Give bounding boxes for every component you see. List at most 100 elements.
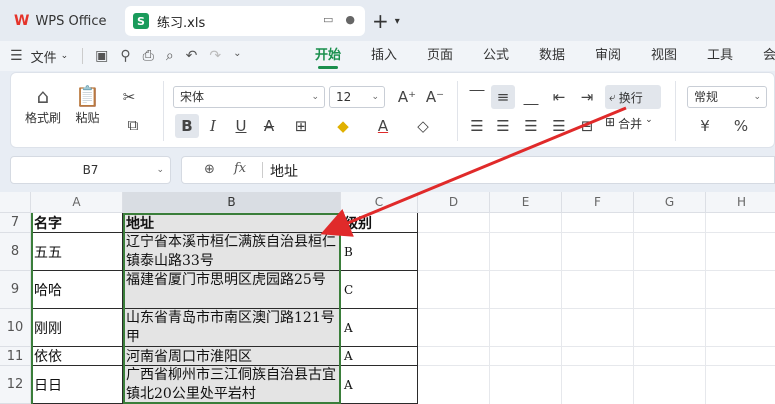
fill-color-icon[interactable]: ◆ — [331, 114, 355, 138]
spreadsheet-grid[interactable]: A B C D E F G H 7 名字 地址 级别 8 五五 辽宁省本溪市桓仁… — [0, 192, 775, 404]
row-header-8[interactable]: 8 — [0, 233, 31, 271]
more-chevron-icon[interactable]: ⌄ — [233, 48, 241, 64]
undo-icon[interactable]: ↶ — [186, 48, 198, 64]
cell-b12[interactable]: 广西省柳州市三江侗族自治县古宜镇北20公里处平岩村 — [123, 366, 341, 404]
tab-home[interactable]: 开始 — [300, 41, 356, 71]
cell-a12[interactable]: 日日 — [31, 366, 123, 404]
chevron-down-icon: ⌄ — [753, 92, 761, 102]
hamburger-menu-icon[interactable]: ☰ — [10, 48, 23, 64]
align-bottom-icon[interactable]: ⎽ — [519, 85, 543, 109]
underline-icon[interactable]: U — [229, 114, 253, 138]
column-header-c[interactable]: C — [341, 192, 418, 213]
row-header-9[interactable]: 9 — [0, 271, 31, 309]
font-color-icon[interactable]: A — [371, 114, 395, 138]
save-icon[interactable]: ▣ — [95, 48, 108, 64]
format-painter-button[interactable]: ⌂ 格式刷 — [25, 83, 61, 126]
cell-a7[interactable]: 名字 — [31, 213, 123, 233]
tab-insert[interactable]: 插入 — [356, 41, 412, 71]
cell-b7[interactable]: 地址 — [123, 213, 341, 233]
italic-icon[interactable]: I — [201, 114, 225, 138]
unsaved-dot-icon[interactable]: ● — [345, 13, 355, 26]
cell-c8[interactable]: B — [341, 233, 418, 271]
column-header-e[interactable]: E — [490, 192, 562, 213]
cell-a10[interactable]: 刚刚 — [31, 309, 123, 347]
column-a-highlight-border — [31, 213, 33, 404]
tab-member[interactable]: 会员 — [748, 41, 775, 71]
function-icon[interactable]: fx — [234, 161, 246, 176]
title-tab-bar: W WPS Office S 练习.xls ▭ ● + ▾ — [0, 0, 775, 41]
cell-c11[interactable]: A — [341, 347, 418, 366]
cell-c9[interactable]: C — [341, 271, 418, 309]
cell-b10[interactable]: 山东省青岛市市南区澳门路121号甲 — [123, 309, 341, 347]
tab-review[interactable]: 审阅 — [580, 41, 636, 71]
strikethrough-icon[interactable]: A — [257, 114, 281, 138]
align-right-icon[interactable]: ☰ — [519, 114, 543, 138]
chevron-down-icon[interactable]: ▾ — [395, 16, 400, 27]
cut-icon[interactable]: ✂ — [117, 85, 141, 109]
font-name-select[interactable]: 宋体 ⌄ — [173, 86, 325, 108]
column-header-f[interactable]: F — [562, 192, 634, 213]
tab-formula[interactable]: 公式 — [468, 41, 524, 71]
row-header-12[interactable]: 12 — [0, 366, 31, 404]
column-header-h[interactable]: H — [706, 192, 775, 213]
chevron-down-icon: ⌄ — [60, 51, 69, 61]
cell-b9[interactable]: 福建省厦门市思明区虎园路25号 — [123, 271, 341, 309]
cell-b11[interactable]: 河南省周口市淮阳区 — [123, 347, 341, 366]
align-center-icon[interactable]: ☰ — [491, 114, 515, 138]
cell-a9[interactable]: 哈哈 — [31, 271, 123, 309]
border-icon[interactable]: ⊞ — [289, 114, 313, 138]
tab-view[interactable]: 视图 — [636, 41, 692, 71]
column-header-a[interactable]: A — [31, 192, 123, 213]
tab-data[interactable]: 数据 — [524, 41, 580, 71]
row-header-7[interactable]: 7 — [0, 213, 31, 233]
distributed-icon[interactable]: ⊟ — [575, 114, 599, 138]
cell-b8[interactable]: 辽宁省本溪市桓仁满族自治县桓仁镇泰山路33号 — [123, 233, 341, 271]
paste-button[interactable]: 📋 粘贴 — [75, 83, 100, 126]
file-menu[interactable]: 文件 ⌄ — [31, 47, 69, 66]
increase-font-icon[interactable]: A⁺ — [395, 85, 419, 109]
print-preview-icon[interactable]: ⌕ — [166, 48, 174, 64]
tab-page[interactable]: 页面 — [412, 41, 468, 71]
chevron-down-icon: ⌄ — [156, 165, 164, 175]
redo-icon[interactable]: ↷ — [209, 48, 221, 64]
column-header-b[interactable]: B — [123, 192, 341, 213]
cell-a8[interactable]: 五五 — [31, 233, 123, 271]
justify-icon[interactable]: ☰ — [547, 114, 571, 138]
print-icon[interactable]: ⎙ — [143, 48, 154, 64]
font-size-select[interactable]: 12 ⌄ — [329, 86, 385, 108]
cell-c12[interactable]: A — [341, 366, 418, 404]
align-left-icon[interactable]: ☰ — [465, 114, 489, 138]
brand-label: WPS Office — [35, 13, 107, 29]
wps-home-tab[interactable]: W WPS Office — [6, 7, 118, 35]
select-all-corner[interactable] — [0, 192, 31, 213]
cell-c10[interactable]: A — [341, 309, 418, 347]
decrease-indent-icon[interactable]: ⇤ — [547, 85, 571, 109]
new-tab-plus-icon[interactable]: + — [372, 9, 389, 33]
zoom-search-icon[interactable]: ⊕ — [204, 162, 215, 177]
window-mode-icon[interactable]: ▭ — [323, 13, 333, 26]
row-header-11[interactable]: 11 — [0, 347, 31, 366]
number-format-select[interactable]: 常规 ⌄ — [687, 86, 767, 108]
tab-tools[interactable]: 工具 — [692, 41, 748, 71]
align-middle-icon[interactable]: ≡ — [491, 85, 515, 109]
formula-input[interactable]: ⊕ fx 地址 — [181, 156, 775, 184]
clear-format-icon[interactable]: ◇ — [411, 114, 435, 138]
merge-button[interactable]: ⊞ 合并 ⌄ — [605, 115, 653, 132]
bold-icon[interactable]: B — [175, 114, 199, 138]
cell-a11[interactable]: 依依 — [31, 347, 123, 366]
file-tab[interactable]: S 练习.xls ▭ ● — [125, 6, 365, 36]
cell-c7[interactable]: 级别 — [341, 213, 418, 233]
column-header-d[interactable]: D — [418, 192, 490, 213]
row-header-10[interactable]: 10 — [0, 309, 31, 347]
currency-icon[interactable]: ¥ — [693, 114, 717, 138]
align-top-icon[interactable]: ⎺ — [465, 85, 489, 109]
increase-indent-icon[interactable]: ⇥ — [575, 85, 599, 109]
share-icon[interactable]: ⚲ — [120, 48, 130, 64]
wrap-text-button[interactable]: ⤶ 换行 — [605, 85, 661, 109]
decrease-font-icon[interactable]: A⁻ — [423, 85, 447, 109]
name-box[interactable]: B7 ⌄ — [10, 156, 171, 184]
copy-icon[interactable]: ⧉ — [121, 113, 145, 137]
column-header-g[interactable]: G — [634, 192, 706, 213]
percent-icon[interactable]: % — [729, 114, 753, 138]
ribbon-toolbar: ⌂ 格式刷 📋 粘贴 ✂ ⧉ 宋体 ⌄ 12 ⌄ A⁺ A⁻ B I U A ⊞… — [10, 72, 775, 148]
